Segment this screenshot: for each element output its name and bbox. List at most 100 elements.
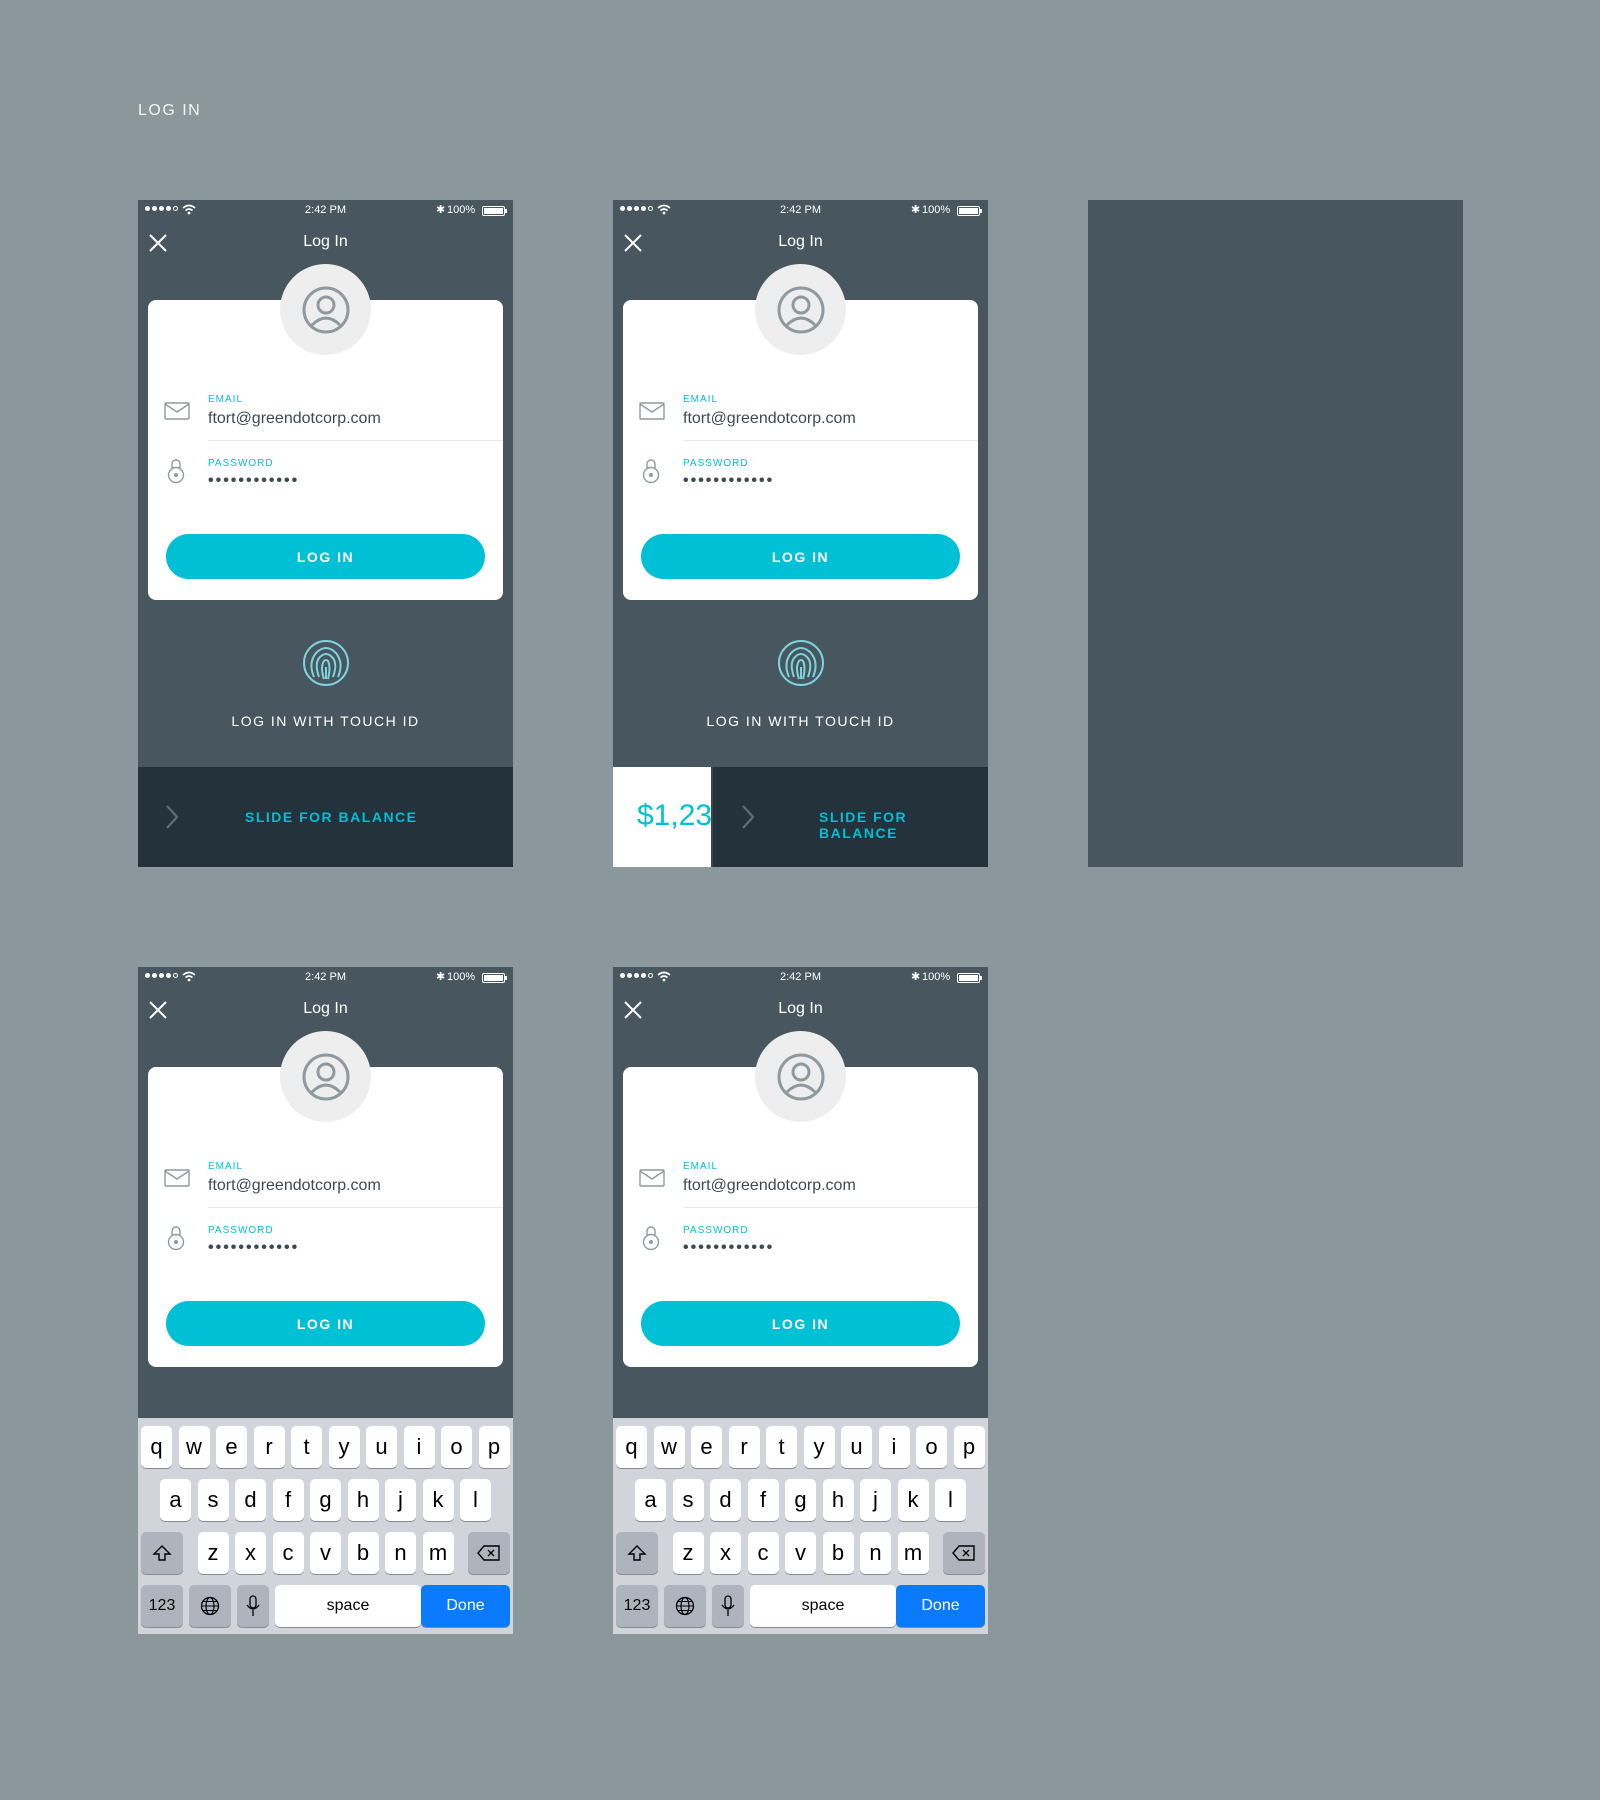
key[interactable]: t [291,1426,322,1468]
key[interactable]: k [897,1479,929,1521]
key[interactable]: x [710,1532,741,1574]
key[interactable]: l [935,1479,966,1521]
key[interactable]: c [747,1532,779,1574]
numbers-key[interactable]: 123 [616,1585,658,1627]
key[interactable]: t [766,1426,797,1468]
key[interactable]: r [253,1426,285,1468]
key[interactable]: l [460,1479,491,1521]
key[interactable]: a [635,1479,666,1521]
key[interactable]: e [216,1426,247,1468]
slide-for-balance-bar[interactable]: SLIDE FOR BALANCE [138,767,513,867]
login-button[interactable]: LOG IN [641,534,960,579]
key[interactable]: j [860,1479,891,1521]
key[interactable]: q [141,1426,172,1468]
blank-screen-placeholder [1088,200,1463,867]
key[interactable]: w [178,1426,210,1468]
page-title: Log In [303,1000,348,1017]
key[interactable]: u [841,1426,872,1468]
fingerprint-icon[interactable] [300,637,352,689]
touch-id-label[interactable]: LOG IN WITH TOUCH ID [138,713,513,729]
key[interactable]: q [616,1426,647,1468]
shift-icon [627,1545,647,1561]
key[interactable]: y [803,1426,835,1468]
globe-icon [200,1596,220,1616]
key[interactable]: i [878,1426,910,1468]
key[interactable]: y [328,1426,360,1468]
fingerprint-icon[interactable] [775,637,827,689]
key[interactable]: z [672,1532,704,1574]
key[interactable]: b [347,1532,379,1574]
key[interactable]: g [785,1479,816,1521]
key[interactable]: f [272,1479,304,1521]
password-field[interactable]: •••••••••••• [208,1239,299,1257]
numbers-key[interactable]: 123 [141,1585,183,1627]
email-label: EMAIL [683,394,719,405]
key[interactable]: f [747,1479,779,1521]
done-key[interactable]: Done [421,1585,510,1627]
email-field[interactable]: ftort@greendotcorp.com [208,410,381,428]
globe-key[interactable] [664,1585,706,1627]
key[interactable]: m [897,1532,929,1574]
key[interactable]: d [710,1479,741,1521]
key[interactable]: p [478,1426,510,1468]
globe-key[interactable] [189,1585,231,1627]
done-key[interactable]: Done [896,1585,985,1627]
shift-key[interactable] [616,1532,658,1574]
email-label: EMAIL [683,1161,719,1172]
key[interactable]: v [310,1532,341,1574]
battery-icon [482,973,507,983]
key[interactable]: r [728,1426,760,1468]
key[interactable]: e [691,1426,722,1468]
password-field[interactable]: •••••••••••• [208,472,299,490]
login-button[interactable]: LOG IN [166,1301,485,1346]
password-field[interactable]: •••••••••••• [683,1239,774,1257]
key[interactable]: u [366,1426,397,1468]
avatar [755,264,846,355]
microphone-key[interactable] [237,1585,269,1627]
key[interactable]: k [422,1479,454,1521]
key[interactable]: s [672,1479,704,1521]
microphone-icon [721,1595,735,1616]
key[interactable]: p [953,1426,985,1468]
backspace-key[interactable] [468,1532,510,1574]
page-title: Log In [778,1000,823,1017]
key[interactable]: o [441,1426,472,1468]
key[interactable]: o [916,1426,947,1468]
key[interactable]: n [385,1532,416,1574]
email-field[interactable]: ftort@greendotcorp.com [208,1177,381,1195]
microphone-key[interactable] [712,1585,744,1627]
key[interactable]: v [785,1532,816,1574]
login-button[interactable]: LOG IN [166,534,485,579]
key[interactable]: d [235,1479,266,1521]
key[interactable]: c [272,1532,304,1574]
key[interactable]: w [653,1426,685,1468]
backspace-key[interactable] [943,1532,985,1574]
email-label: EMAIL [208,394,244,405]
space-key[interactable]: space [750,1585,896,1627]
key[interactable]: g [310,1479,341,1521]
email-field[interactable]: ftort@greendotcorp.com [683,410,856,428]
space-key[interactable]: space [275,1585,421,1627]
touch-id-label[interactable]: LOG IN WITH TOUCH ID [613,713,988,729]
email-field[interactable]: ftort@greendotcorp.com [683,1177,856,1195]
key[interactable]: j [385,1479,416,1521]
battery-percent: 100% [922,971,951,983]
key[interactable]: a [160,1479,191,1521]
shift-key[interactable] [141,1532,183,1574]
login-button[interactable]: LOG IN [641,1301,960,1346]
user-avatar-icon [777,286,824,333]
key[interactable]: h [822,1479,854,1521]
balance-preview: $1,23 [613,767,713,867]
slide-for-balance-bar[interactable]: $1,23 SLIDE FOR BALANCE [613,767,988,867]
avatar [280,264,371,355]
password-field[interactable]: •••••••••••• [683,472,774,490]
key[interactable]: z [197,1532,229,1574]
key[interactable]: m [422,1532,454,1574]
key[interactable]: n [860,1532,891,1574]
key[interactable]: x [235,1532,266,1574]
key[interactable]: b [822,1532,854,1574]
key[interactable]: h [347,1479,379,1521]
key[interactable]: s [197,1479,229,1521]
page-title: Log In [303,233,348,250]
key[interactable]: i [403,1426,435,1468]
